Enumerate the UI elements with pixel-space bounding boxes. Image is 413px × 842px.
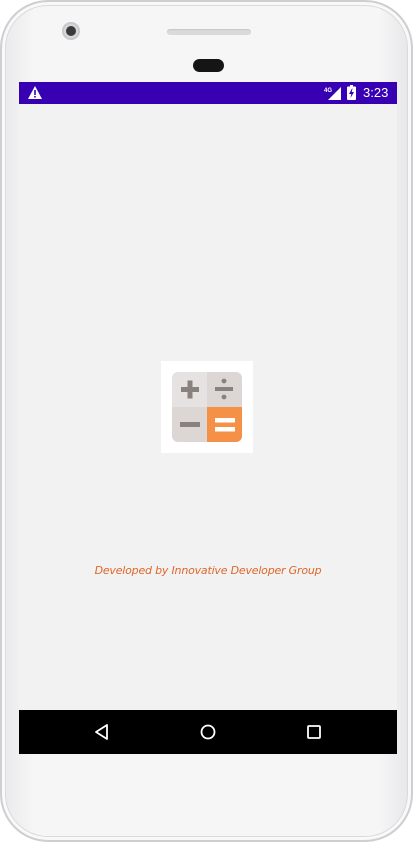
top-speaker-grille xyxy=(167,29,251,35)
phone-screen: 4G 3:23 Developed by Innovative Develope… xyxy=(19,82,397,754)
splash-content: Developed by Innovative Developer Group xyxy=(19,104,397,710)
status-bar: 4G 3:23 xyxy=(19,82,397,104)
status-clock: 3:23 xyxy=(363,85,389,100)
calculator-icon xyxy=(161,361,253,453)
recents-icon[interactable] xyxy=(304,722,324,742)
navigation-bar xyxy=(19,710,397,754)
warning-icon xyxy=(28,86,42,99)
earpiece xyxy=(193,59,224,72)
network-type-label: 4G xyxy=(324,88,332,94)
back-icon[interactable] xyxy=(92,722,112,742)
phone-frame: 4G 3:23 Developed by Innovative Develope… xyxy=(0,0,413,842)
calculator-logo-graphic xyxy=(172,372,242,442)
developer-credit: Developed by Innovative Developer Group xyxy=(94,564,322,577)
front-camera xyxy=(62,22,80,40)
battery-charging-icon xyxy=(347,85,356,100)
home-icon[interactable] xyxy=(198,722,218,742)
cellular-signal-icon: 4G xyxy=(324,87,341,100)
